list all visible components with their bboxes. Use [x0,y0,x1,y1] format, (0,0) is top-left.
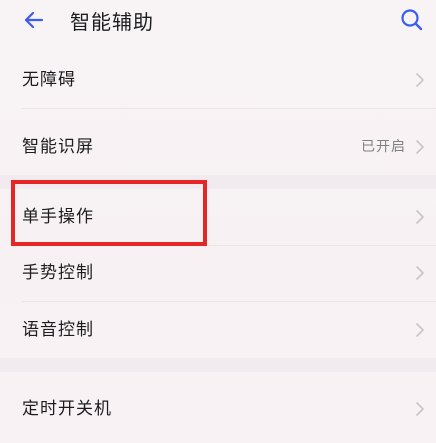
list-item-label: 无障碍 [22,70,76,90]
search-button[interactable] [394,4,430,40]
list-item-one-handed-mode[interactable]: 单手操作 [0,189,436,245]
back-button[interactable] [16,4,52,40]
header-bar: 智能辅助 [0,0,436,48]
settings-screen: 智能辅助 无障碍 智能识屏 已开启 单手操作 手势控制 语音控制 定时开关机 [0,0,436,443]
section-separator [0,175,436,189]
list-item-label: 定时开关机 [22,399,112,419]
list-item-accessibility[interactable]: 无障碍 [0,52,436,108]
chevron-right-icon [414,400,426,418]
list-item-gesture-control[interactable]: 手势控制 [0,245,436,301]
list-item-label: 手势控制 [22,263,94,283]
chevron-right-icon [414,138,426,156]
chevron-right-icon [414,71,426,89]
page-title: 智能辅助 [70,10,154,34]
divider [22,108,436,109]
back-arrow-icon [22,8,46,36]
list-item-label: 语音控制 [22,320,94,340]
list-item-label: 智能识屏 [22,137,94,157]
search-icon [399,7,425,37]
status-value: 已开启 [361,139,406,155]
list-item-voice-control[interactable]: 语音控制 [0,302,436,358]
list-item-label: 单手操作 [22,207,94,227]
chevron-right-icon [414,208,426,226]
section-separator [0,358,436,372]
list-item-scheduled-power[interactable]: 定时开关机 [0,381,436,437]
chevron-right-icon [414,264,426,282]
list-item-smart-screen-recognition[interactable]: 智能识屏 已开启 [0,119,436,175]
chevron-right-icon [414,321,426,339]
